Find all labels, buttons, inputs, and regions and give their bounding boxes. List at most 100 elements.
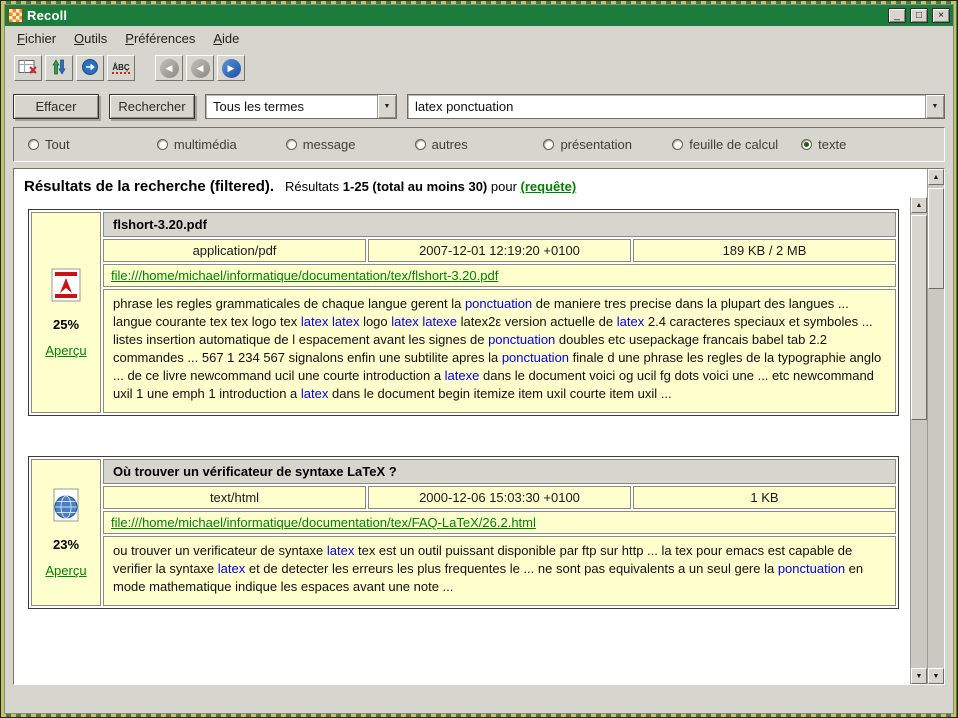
menu-item-aide[interactable]: Aide: [205, 28, 247, 49]
app-icon: [8, 8, 23, 23]
go-search-button[interactable]: [76, 55, 104, 81]
results-main: Résultats de la recherche (filtered). Ré…: [14, 169, 927, 684]
search-mode-select[interactable]: Tous les termes ▼: [205, 94, 397, 119]
result-meta-row: application/pdf 2007-12-01 12:19:20 +010…: [103, 239, 896, 262]
inner-scroll-up-button[interactable]: ▲: [911, 197, 927, 213]
filter-message[interactable]: message: [286, 137, 415, 152]
radio-icon[interactable]: [415, 139, 426, 150]
next-page-icon: ▶: [222, 59, 241, 78]
preview-link[interactable]: Aperçu: [45, 343, 86, 358]
results-list: 25% Aperçu flshort-3.20.pdf application/…: [14, 197, 927, 684]
filter-tout[interactable]: Tout: [28, 137, 157, 152]
result-date: 2000-12-06 15:03:30 +0100: [368, 486, 631, 509]
results-panel: Résultats de la recherche (filtered). Ré…: [13, 168, 945, 685]
filter-label: multimédia: [174, 137, 237, 152]
result-title: flshort-3.20.pdf: [103, 212, 896, 237]
results-range: 1-25 (total au moins 30): [343, 179, 487, 194]
spellcheck-abc-icon: ÂBÇ: [112, 63, 129, 74]
result-abstract: phrase les regles grammaticales de chaqu…: [103, 289, 896, 413]
outer-scrollbar: ▲ ▼: [927, 169, 944, 684]
radio-icon[interactable]: [157, 139, 168, 150]
radio-icon[interactable]: [543, 139, 554, 150]
titlebar[interactable]: Recoll _ □ ×: [5, 5, 953, 26]
filetype-icon: [49, 487, 83, 526]
result-entry: 25% Aperçu flshort-3.20.pdf application/…: [28, 209, 899, 416]
filter-multimedia[interactable]: multimédia: [157, 137, 286, 152]
search-button[interactable]: Rechercher: [109, 94, 195, 119]
result-url-link[interactable]: file:///home/michael/informatique/docume…: [111, 515, 536, 530]
filter-autres[interactable]: autres: [415, 137, 544, 152]
search-query-input[interactable]: [408, 99, 925, 114]
menu-bar: Fichier Outils Préférences Aide: [5, 26, 953, 50]
result-mime: text/html: [103, 486, 366, 509]
results-header: Résultats de la recherche (filtered). Ré…: [14, 169, 927, 197]
search-query-arrow[interactable]: ▼: [925, 95, 944, 118]
result-entries: 25% Aperçu flshort-3.20.pdf application/…: [24, 209, 903, 609]
result-date: 2007-12-01 12:19:20 +0100: [368, 239, 631, 262]
inner-scroll-track[interactable]: [911, 213, 927, 668]
close-button[interactable]: ×: [932, 8, 950, 23]
filter-presentation[interactable]: présentation: [543, 137, 672, 152]
result-url-row: file:///home/michael/informatique/docume…: [103, 264, 896, 287]
search-row: Effacer Rechercher Tous les termes ▼ ▼: [5, 86, 953, 124]
search-mode-arrow[interactable]: ▼: [377, 95, 396, 118]
result-left-panel: 25% Aperçu: [31, 212, 101, 413]
results-connector: pour: [491, 179, 517, 194]
filter-label: autres: [432, 137, 468, 152]
tool-group-main: ÂBÇ: [11, 54, 138, 82]
term-explorer-button[interactable]: ÂBÇ: [107, 55, 135, 81]
menu-item-fichier[interactable]: Fichier: [9, 28, 64, 49]
update-index-button[interactable]: [45, 55, 73, 81]
blue-globe-arrow-icon: [81, 58, 99, 79]
clear-search-button[interactable]: [14, 55, 42, 81]
radio-icon[interactable]: [801, 139, 812, 150]
result-left-panel: 23% Aperçu: [31, 459, 101, 606]
results-title: Résultats de la recherche (filtered).: [24, 178, 274, 195]
search-query-combo: ▼: [407, 94, 945, 119]
radio-icon[interactable]: [286, 139, 297, 150]
result-entry: 23% Aperçu Où trouver un vérificateur de…: [28, 456, 899, 609]
filter-texte[interactable]: texte: [801, 137, 930, 152]
result-url-row: file:///home/michael/informatique/docume…: [103, 511, 896, 534]
outer-scroll-track[interactable]: [928, 185, 944, 668]
result-right-panel: Où trouver un vérificateur de syntaxe La…: [103, 459, 896, 606]
window-title: Recoll: [27, 8, 884, 23]
tool-group-nav: ◀ ◀ ▶: [152, 54, 248, 82]
result-size: 189 KB / 2 MB: [633, 239, 896, 262]
inner-scroll-thumb[interactable]: [911, 215, 927, 420]
prev-page-button[interactable]: ◀: [186, 55, 214, 81]
result-url-link[interactable]: file:///home/michael/informatique/docume…: [111, 268, 498, 283]
outer-scroll-thumb[interactable]: [928, 188, 944, 289]
outer-scroll-down-button[interactable]: ▼: [928, 668, 944, 684]
results-count-prefix: Résultats 1-25 (total au moins 30) pour …: [278, 179, 576, 194]
relevance-score: 23%: [53, 537, 79, 552]
radio-icon[interactable]: [672, 139, 683, 150]
result-title: Où trouver un vérificateur de syntaxe La…: [103, 459, 896, 484]
menu-item-preferences[interactable]: Préférences: [117, 28, 203, 49]
window-frame: Recoll _ □ × Fichier Outils Préférences …: [0, 0, 958, 718]
chevron-down-icon: ▼: [932, 103, 939, 110]
relevance-score: 25%: [53, 317, 79, 332]
maximize-button[interactable]: □: [910, 8, 928, 23]
minimize-button[interactable]: _: [888, 8, 906, 23]
result-abstract: ou trouver un verificateur de syntaxe la…: [103, 536, 896, 606]
inner-scroll-down-button[interactable]: ▼: [911, 668, 927, 684]
query-link[interactable]: (requête): [521, 179, 577, 194]
radio-icon[interactable]: [28, 139, 39, 150]
result-right-panel: flshort-3.20.pdf application/pdf 2007-12…: [103, 212, 896, 413]
result-size: 1 KB: [633, 486, 896, 509]
next-page-button[interactable]: ▶: [217, 55, 245, 81]
filter-label: Tout: [45, 137, 70, 152]
outer-scroll-up-button[interactable]: ▲: [928, 169, 944, 185]
search-mode-value: Tous les termes: [206, 99, 377, 114]
clear-button[interactable]: Effacer: [13, 94, 99, 119]
filetype-icon: [49, 267, 83, 306]
nav-back-icon: ◀: [160, 59, 179, 78]
result-meta-row: text/html 2000-12-06 15:03:30 +0100 1 KB: [103, 486, 896, 509]
filter-label: feuille de calcul: [689, 137, 778, 152]
preview-link[interactable]: Aperçu: [45, 563, 86, 578]
nav-back-button[interactable]: ◀: [155, 55, 183, 81]
toolbar: ÂBÇ ◀ ◀ ▶: [5, 50, 953, 86]
menu-item-outils[interactable]: Outils: [66, 28, 115, 49]
filter-feuille-de-calcul[interactable]: feuille de calcul: [672, 137, 801, 152]
